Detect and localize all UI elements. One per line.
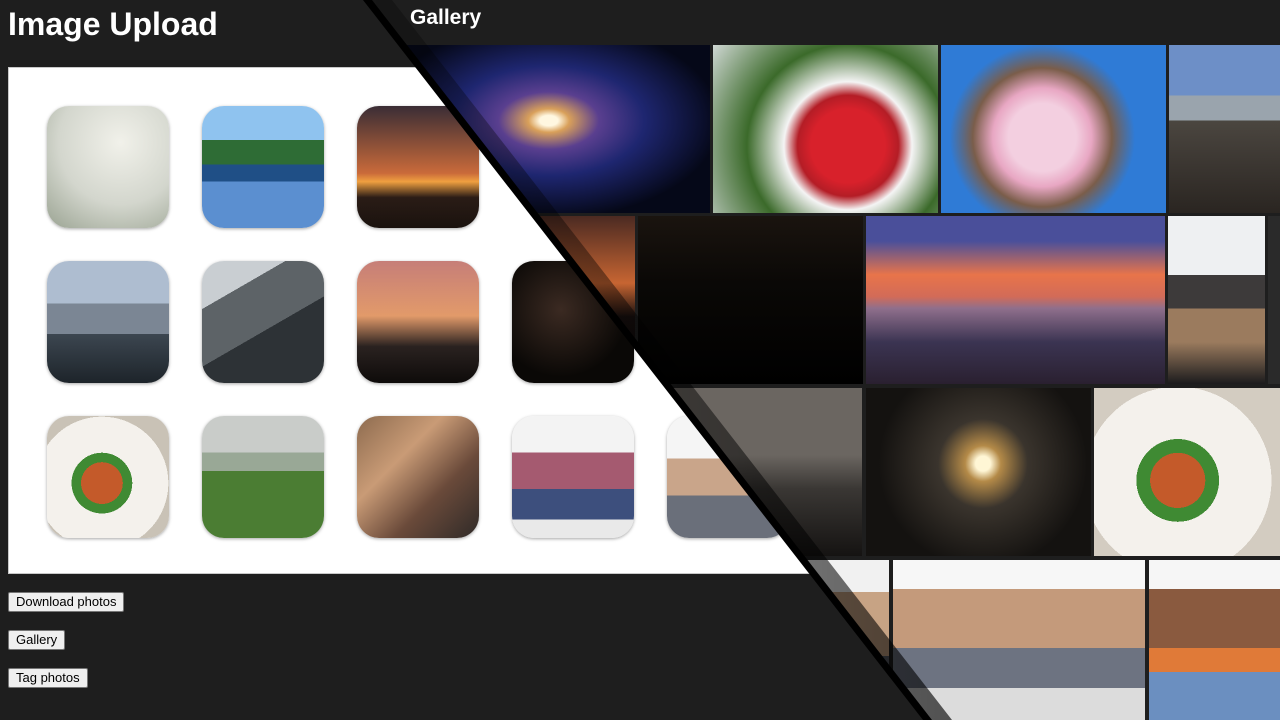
- photo-city-skyline-thumbnail[interactable]: [47, 261, 169, 383]
- night-cranes-photo-tile[interactable]: [638, 216, 863, 384]
- gallery-button[interactable]: Gallery: [8, 630, 66, 650]
- smiling-people-photo-tile[interactable]: [1149, 560, 1280, 720]
- photo-foggy-field-thumbnail[interactable]: [202, 416, 324, 538]
- photo-dusk-silhouette-thumbnail[interactable]: [357, 261, 479, 383]
- sunset-pier-photo-tile[interactable]: [866, 216, 1165, 384]
- photo-forest-lake-thumbnail[interactable]: [202, 106, 324, 228]
- photo-padlock-sunset-thumbnail[interactable]: [357, 106, 479, 228]
- group-thumbs-up-photo-tile[interactable]: [893, 560, 1145, 720]
- tag-photos-button[interactable]: Tag photos: [8, 668, 88, 688]
- photo-plated-food-thumbnail[interactable]: [47, 416, 169, 538]
- blossom-photo-tile[interactable]: [941, 45, 1166, 213]
- plated-food-photo-tile[interactable]: [1094, 388, 1280, 556]
- photo-bare-tree-thumbnail[interactable]: [47, 106, 169, 228]
- partial-photo-tile[interactable]: [1268, 216, 1280, 384]
- photo-friends-tablet-thumbnail[interactable]: [357, 416, 479, 538]
- photo-crowd-thumbnail[interactable]: [512, 416, 634, 538]
- snow-berries-photo-tile[interactable]: [713, 45, 938, 213]
- download-photos-button[interactable]: Download photos: [8, 592, 125, 612]
- gallery-page-title: Gallery: [410, 6, 482, 29]
- upload-page-title: Image Upload: [8, 6, 218, 42]
- city-sky-photo-tile[interactable]: [1169, 45, 1280, 213]
- photo-skyscrapers-thumbnail[interactable]: [202, 261, 324, 383]
- moon-lake-photo-tile[interactable]: [866, 388, 1091, 556]
- dog-crate-photo-tile[interactable]: [1168, 216, 1265, 384]
